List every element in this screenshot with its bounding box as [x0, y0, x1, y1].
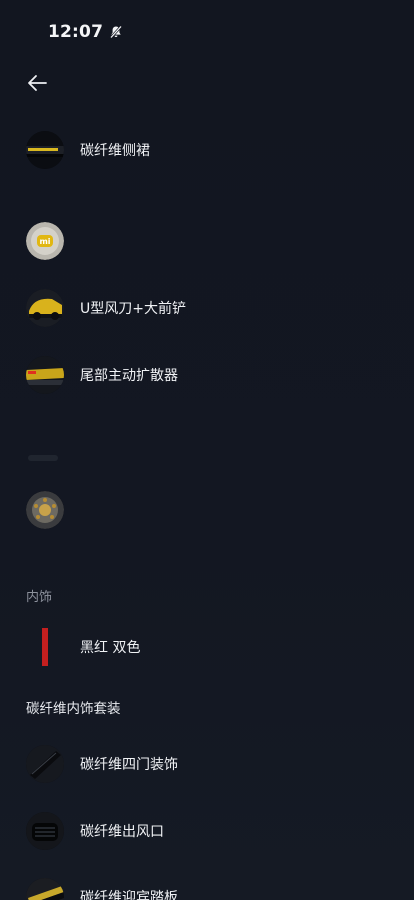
option-row-wheel-hub[interactable]: mi [26, 222, 398, 260]
mi-wheel-hub-thumbnail: mi [26, 222, 64, 260]
option-row-door-trim[interactable]: 碳纤维四门装饰 [26, 745, 398, 783]
option-row-air-vent[interactable]: 碳纤维出风口 [26, 812, 398, 850]
option-row-front-splitter[interactable]: U型风刀+大前铲 [26, 289, 398, 327]
option-row-black-red[interactable]: 黑红 双色 [26, 628, 398, 666]
option-label: 碳纤维迎宾踏板 [80, 890, 178, 900]
door-trim-thumbnail [26, 745, 64, 783]
option-row-side-skirt[interactable]: 碳纤维侧裙 [26, 131, 398, 169]
arrow-left-icon [25, 71, 49, 99]
section-title-interior: 内饰 [26, 590, 53, 605]
option-label: 碳纤维出风口 [80, 824, 164, 840]
side-skirt-thumbnail [26, 131, 64, 169]
red-accent-swatch [26, 628, 64, 666]
option-row-brake[interactable] [26, 491, 398, 529]
option-label: 尾部主动扩散器 [80, 368, 178, 384]
option-label: 碳纤维四门装饰 [80, 757, 178, 773]
option-label: U型风刀+大前铲 [80, 301, 186, 317]
front-splitter-thumbnail [26, 289, 64, 327]
sill-plate-thumbnail [26, 878, 64, 900]
status-bar: 12:07 [48, 20, 123, 44]
option-label: 碳纤维侧裙 [80, 143, 150, 159]
option-label: 黑红 双色 [80, 640, 141, 656]
option-row-sill-plate[interactable]: 碳纤维迎宾踏板 [26, 878, 398, 900]
brake-caliper-thumbnail [26, 491, 64, 529]
status-time: 12:07 [48, 22, 104, 42]
faded-placeholder [28, 455, 58, 461]
back-button[interactable] [24, 72, 50, 98]
options-screen: 12:07 碳纤维侧裙 mi U型风刀+大前铲 尾部主动扩散器 内饰 黑红 双色… [0, 0, 414, 900]
svg-text:mi: mi [39, 237, 50, 246]
option-row-rear-diffuser[interactable]: 尾部主动扩散器 [26, 356, 398, 394]
rear-diffuser-thumbnail [26, 356, 64, 394]
bell-slash-icon [109, 25, 123, 39]
section-title-carbon-interior: 碳纤维内饰套装 [26, 701, 121, 717]
air-vent-thumbnail [26, 812, 64, 850]
